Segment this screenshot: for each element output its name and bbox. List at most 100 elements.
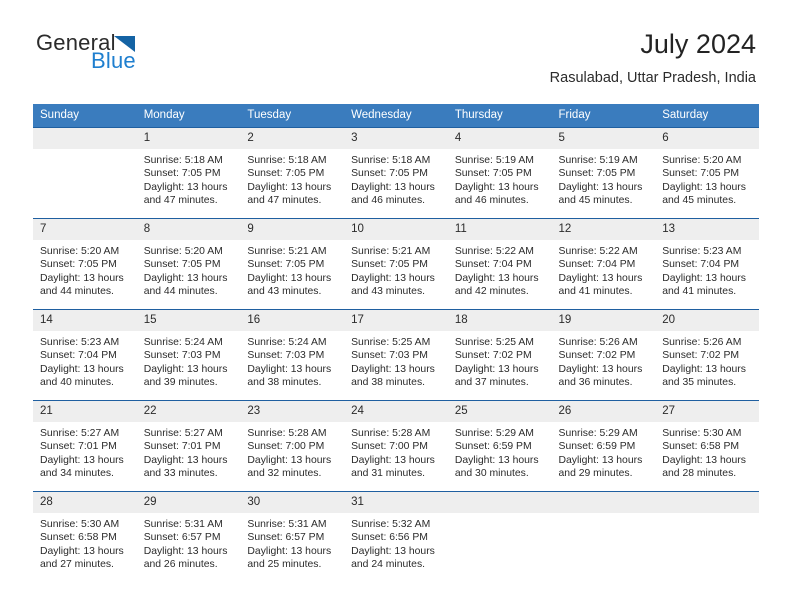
- day-number: 11: [447, 219, 552, 240]
- sunset-time: Sunset: 7:04 PM: [558, 259, 636, 271]
- calendar-day-cell[interactable]: 16 Sunrise: 5:24 AM Sunset: 7:03 PM Dayligh…: [240, 309, 345, 401]
- calendar-day-cell[interactable]: 23 Sunrise: 5:28 AM Sunset: 7:00 PM Dayligh…: [240, 400, 345, 492]
- day-details: Sunrise: 5:18 AM Sunset: 7:05 PM Daylight:…: [240, 149, 344, 208]
- calendar-day-cell[interactable]: 4 Sunrise: 5:19 AM Sunset: 7:05 PM Daylight…: [447, 127, 552, 219]
- day-number: 4: [447, 128, 552, 149]
- sunset-time: Sunset: 7:00 PM: [351, 441, 428, 453]
- day-cell-inner: 17 Sunrise: 5:25 AM Sunset: 7:03 PM Dayligh…: [344, 310, 448, 400]
- daylight-duration-line1: Daylight: 13 hours: [40, 454, 124, 466]
- calendar-day-cell[interactable]: 6 Sunrise: 5:20 AM Sunset: 7:05 PM Daylight…: [655, 127, 759, 219]
- daylight-duration-line2: and 43 minutes.: [247, 286, 322, 298]
- sunrise-time: Sunrise: 5:20 AM: [40, 246, 120, 257]
- day-cell-inner: 13 Sunrise: 5:23 AM Sunset: 7:04 PM Dayligh…: [655, 219, 759, 309]
- calendar-day-cell[interactable]: 20 Sunrise: 5:26 AM Sunset: 7:02 PM Dayligh…: [655, 309, 759, 401]
- sunset-time: Sunset: 7:03 PM: [247, 350, 325, 362]
- day-cell-inner: 4 Sunrise: 5:19 AM Sunset: 7:05 PM Daylight…: [447, 128, 552, 218]
- day-number: 24: [344, 401, 448, 422]
- calendar-day-cell[interactable]: 1 Sunrise: 5:18 AM Sunset: 7:05 PM Daylight…: [136, 127, 241, 219]
- day-cell-inner: 10 Sunrise: 5:21 AM Sunset: 7:05 PM Dayligh…: [344, 219, 448, 309]
- calendar-day-cell[interactable]: 18 Sunrise: 5:25 AM Sunset: 7:02 PM Dayligh…: [447, 309, 552, 401]
- day-cell-inner: 29 Sunrise: 5:31 AM Sunset: 6:57 PM Dayligh…: [136, 492, 241, 582]
- day-details: Sunrise: 5:28 AM Sunset: 7:00 PM Daylight:…: [240, 422, 344, 481]
- day-number: 27: [655, 401, 759, 422]
- sunrise-time: Sunrise: 5:21 AM: [247, 246, 327, 257]
- calendar-day-cell[interactable]: 11 Sunrise: 5:22 AM Sunset: 7:04 PM Dayligh…: [447, 218, 552, 310]
- day-number: 5: [551, 128, 656, 149]
- sunrise-time: Sunrise: 5:25 AM: [454, 337, 534, 348]
- sunrise-time: Sunrise: 5:23 AM: [662, 246, 742, 257]
- sunrise-time: Sunrise: 5:24 AM: [247, 337, 327, 348]
- calendar-day-cell[interactable]: 31 Sunrise: 5:32 AM Sunset: 6:56 PM Dayligh…: [344, 491, 448, 582]
- calendar-day-cell[interactable]: 22 Sunrise: 5:27 AM Sunset: 7:01 PM Dayligh…: [136, 400, 241, 492]
- daylight-duration-line1: Daylight: 13 hours: [40, 363, 124, 375]
- calendar-day-cell[interactable]: 19 Sunrise: 5:26 AM Sunset: 7:02 PM Dayligh…: [551, 309, 656, 401]
- sunrise-time: Sunrise: 5:20 AM: [143, 246, 223, 257]
- title-block: July 2024 Rasulabad, Uttar Pradesh, Indi…: [550, 29, 756, 85]
- weekday-header-wednesday: Wednesday: [344, 104, 448, 128]
- day-details: Sunrise: 5:26 AM Sunset: 7:02 PM Daylight:…: [655, 331, 759, 390]
- calendar-day-cell[interactable]: 26 Sunrise: 5:29 AM Sunset: 6:59 PM Dayligh…: [551, 400, 656, 492]
- sunset-time: Sunset: 7:00 PM: [247, 441, 325, 453]
- day-details: Sunrise: 5:20 AM Sunset: 7:05 PM Daylight:…: [33, 240, 137, 299]
- sunset-time: Sunset: 7:01 PM: [143, 441, 221, 453]
- day-cell-inner: 15 Sunrise: 5:24 AM Sunset: 7:03 PM Dayligh…: [136, 310, 241, 400]
- calendar-day-cell[interactable]: 15 Sunrise: 5:24 AM Sunset: 7:03 PM Dayligh…: [136, 309, 241, 401]
- day-details: Sunrise: 5:25 AM Sunset: 7:02 PM Daylight:…: [448, 331, 552, 390]
- weekday-header-tuesday: Tuesday: [240, 104, 345, 128]
- calendar-day-cell[interactable]: 25 Sunrise: 5:29 AM Sunset: 6:59 PM Dayligh…: [447, 400, 552, 492]
- calendar-day-cell[interactable]: 17 Sunrise: 5:25 AM Sunset: 7:03 PM Dayligh…: [344, 309, 448, 401]
- calendar-table: Sunday Monday Tuesday Wednesday Thursday Frid…: [33, 104, 759, 582]
- weekday-header-friday: Friday: [551, 104, 656, 128]
- calendar-day-cell[interactable]: 21 Sunrise: 5:27 AM Sunset: 7:01 PM Dayligh…: [33, 400, 137, 492]
- day-number: 2: [240, 128, 345, 149]
- daylight-duration-line1: Daylight: 13 hours: [247, 181, 332, 193]
- day-number: [33, 128, 137, 149]
- day-cell-inner: 27 Sunrise: 5:30 AM Sunset: 6:58 PM Dayligh…: [655, 401, 759, 491]
- daylight-duration-line1: Daylight: 13 hours: [40, 545, 124, 557]
- calendar-day-cell[interactable]: 5 Sunrise: 5:19 AM Sunset: 7:05 PM Daylight…: [551, 127, 656, 219]
- calendar-day-cell[interactable]: 12 Sunrise: 5:22 AM Sunset: 7:04 PM Dayligh…: [551, 218, 656, 310]
- calendar-day-cell[interactable]: 27 Sunrise: 5:30 AM Sunset: 6:58 PM Dayligh…: [655, 400, 759, 492]
- calendar-day-cell[interactable]: 13 Sunrise: 5:23 AM Sunset: 7:04 PM Dayligh…: [655, 218, 759, 310]
- calendar-day-cell[interactable]: 8 Sunrise: 5:20 AM Sunset: 7:05 PM Daylight…: [136, 218, 241, 310]
- sunrise-time: Sunrise: 5:18 AM: [351, 155, 431, 166]
- sunset-time: Sunset: 7:03 PM: [143, 350, 221, 362]
- calendar-day-cell[interactable]: 28 Sunrise: 5:30 AM Sunset: 6:58 PM Dayligh…: [33, 491, 137, 582]
- sunset-time: Sunset: 7:04 PM: [662, 259, 740, 271]
- sunset-time: Sunset: 6:56 PM: [351, 532, 428, 544]
- calendar-day-cell[interactable]: 9 Sunrise: 5:21 AM Sunset: 7:05 PM Daylight…: [240, 218, 345, 310]
- sunrise-time: Sunrise: 5:30 AM: [662, 428, 742, 439]
- sunrise-time: Sunrise: 5:24 AM: [143, 337, 223, 348]
- calendar-day-cell[interactable]: 14 Sunrise: 5:23 AM Sunset: 7:04 PM Dayligh…: [33, 309, 137, 401]
- daylight-duration-line1: Daylight: 13 hours: [558, 454, 643, 466]
- daylight-duration-line2: and 31 minutes.: [351, 468, 426, 480]
- calendar-day-cell[interactable]: 7 Sunrise: 5:20 AM Sunset: 7:05 PM Daylight…: [33, 218, 137, 310]
- sunrise-time: Sunrise: 5:29 AM: [454, 428, 534, 439]
- sunrise-time: Sunrise: 5:28 AM: [247, 428, 327, 439]
- sunset-time: Sunset: 7:05 PM: [351, 168, 428, 180]
- daylight-duration-line1: Daylight: 13 hours: [351, 272, 435, 284]
- sunrise-time: Sunrise: 5:20 AM: [662, 155, 742, 166]
- sunset-time: Sunset: 6:57 PM: [143, 532, 221, 544]
- day-cell-inner: 16 Sunrise: 5:24 AM Sunset: 7:03 PM Dayligh…: [240, 310, 345, 400]
- day-details: Sunrise: 5:26 AM Sunset: 7:02 PM Daylight:…: [552, 331, 656, 390]
- daylight-duration-line2: and 38 minutes.: [351, 377, 426, 389]
- calendar-day-cell[interactable]: 29 Sunrise: 5:31 AM Sunset: 6:57 PM Dayligh…: [136, 491, 241, 582]
- daylight-duration-line1: Daylight: 13 hours: [662, 363, 746, 375]
- calendar-day-cell[interactable]: 30 Sunrise: 5:31 AM Sunset: 6:57 PM Dayligh…: [240, 491, 345, 582]
- calendar-day-cell[interactable]: 10 Sunrise: 5:21 AM Sunset: 7:05 PM Dayligh…: [344, 218, 448, 310]
- daylight-duration-line1: Daylight: 13 hours: [662, 454, 746, 466]
- weekday-header-thursday: Thursday: [447, 104, 552, 128]
- sunset-time: Sunset: 7:05 PM: [40, 259, 117, 271]
- daylight-duration-line2: and 32 minutes.: [247, 468, 322, 480]
- calendar-day-cell[interactable]: 2 Sunrise: 5:18 AM Sunset: 7:05 PM Daylight…: [240, 127, 345, 219]
- calendar-day-cell[interactable]: 3 Sunrise: 5:18 AM Sunset: 7:05 PM Daylight…: [344, 127, 448, 219]
- daylight-duration-line2: and 26 minutes.: [143, 559, 218, 571]
- sunrise-time: Sunrise: 5:27 AM: [143, 428, 223, 439]
- day-cell-inner: 21 Sunrise: 5:27 AM Sunset: 7:01 PM Dayligh…: [33, 401, 137, 491]
- sunrise-time: Sunrise: 5:26 AM: [662, 337, 742, 348]
- brand-logo[interactable]: General Blue: [36, 32, 256, 82]
- calendar-day-cell[interactable]: 24 Sunrise: 5:28 AM Sunset: 7:00 PM Dayligh…: [344, 400, 448, 492]
- day-number: 19: [551, 310, 656, 331]
- daylight-duration-line1: Daylight: 13 hours: [454, 454, 539, 466]
